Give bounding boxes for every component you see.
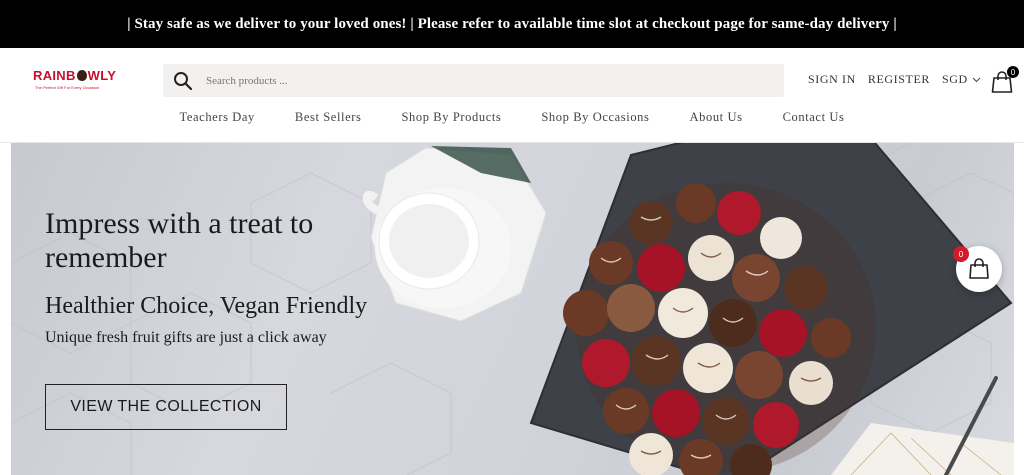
shopping-bag-icon <box>969 258 989 279</box>
nav-item-shop-by-occasions[interactable]: Shop By Occasions <box>521 110 669 125</box>
nav-item-teachers-day[interactable]: Teachers Day <box>160 110 275 125</box>
nav-item-about-us[interactable]: About Us <box>670 110 763 125</box>
announcement-text: | Stay safe as we deliver to your loved … <box>127 15 897 32</box>
strawberry-logo-icon <box>76 70 87 81</box>
hero-subtitle: Healthier Choice, Vegan Friendly <box>45 293 368 319</box>
hero-title: Impress with a treat to remember <box>45 207 314 274</box>
search-bar <box>163 64 784 97</box>
logo-text-right: WLY <box>87 68 117 83</box>
cart-count-badge: 0 <box>1007 66 1019 78</box>
chevron-down-icon <box>972 77 981 82</box>
cart-button[interactable]: 0 <box>991 66 1019 94</box>
main-nav: Teachers Day Best Sellers Shop By Produc… <box>0 110 1024 125</box>
logo-text-left: RAINB <box>33 68 76 83</box>
account-links: SIGN IN REGISTER SGD <box>808 72 981 87</box>
sign-in-link[interactable]: SIGN IN <box>808 72 856 87</box>
nav-item-shop-by-products[interactable]: Shop By Products <box>381 110 521 125</box>
register-link[interactable]: REGISTER <box>868 72 930 87</box>
currency-selector[interactable]: SGD <box>942 72 981 87</box>
search-input[interactable] <box>206 74 766 87</box>
announcement-bar: | Stay safe as we deliver to your loved … <box>0 0 1024 48</box>
view-collection-button[interactable]: VIEW THE COLLECTION <box>45 384 287 430</box>
currency-label: SGD <box>942 72 968 86</box>
logo-tagline: The Perfect Gift For Every Occasion <box>35 85 100 90</box>
nav-item-best-sellers[interactable]: Best Sellers <box>275 110 382 125</box>
hero-description: Unique fresh fruit gifts are just a clic… <box>45 329 327 346</box>
brand-logo[interactable]: RAINB WLY The Perfect Gift For Every Occ… <box>33 68 123 98</box>
hero-banner: Impress with a treat to remember Healthi… <box>11 143 1014 475</box>
search-icon[interactable] <box>168 66 198 96</box>
nav-item-contact-us[interactable]: Contact Us <box>763 110 865 125</box>
floating-cart-count-badge: 0 <box>953 246 969 262</box>
site-header: RAINB WLY The Perfect Gift For Every Occ… <box>0 48 1024 143</box>
